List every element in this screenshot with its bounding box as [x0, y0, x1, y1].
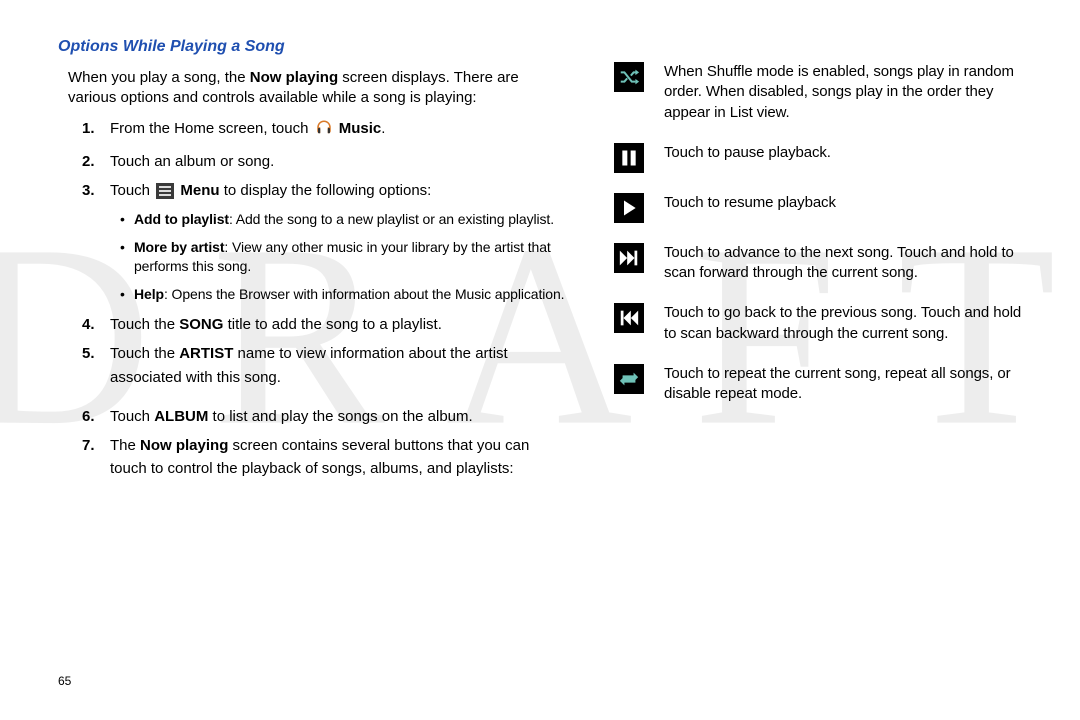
bullet-3-rest: : Opens the Browser with information abo…: [164, 286, 565, 302]
next-desc: Touch to advance to the next song. Touch…: [664, 243, 1022, 284]
repeat-icon: [614, 364, 644, 394]
step-1: From the Home screen, touch Music.: [82, 117, 566, 144]
step-2: Touch an album or song.: [82, 150, 566, 173]
option-bullets: Add to playlist: Add the song to a new p…: [120, 210, 566, 303]
bullet-add-to-playlist: Add to playlist: Add the song to a new p…: [120, 210, 566, 228]
step-1-text-a: From the Home screen, touch: [110, 120, 313, 137]
step-6: Touch ALBUM to list and play the songs o…: [82, 405, 566, 428]
step-3: Touch Menu to display the following opti…: [82, 179, 566, 303]
row-shuffle: When Shuffle mode is enabled, songs play…: [614, 62, 1022, 123]
step-6-text-a: Touch: [110, 408, 154, 425]
bullet-more-by-artist: More by artist: View any other music in …: [120, 238, 566, 274]
right-column: When Shuffle mode is enabled, songs play…: [614, 38, 1022, 487]
step-4-bold: SONG: [179, 316, 223, 333]
step-6-text-c: to list and play the songs on the album.: [208, 408, 472, 425]
page-number: 65: [58, 674, 71, 688]
step-3-text-c: to display the following options:: [220, 182, 432, 199]
step-2-text: Touch an album or song.: [110, 153, 274, 170]
step-4-text-c: title to add the song to a playlist.: [223, 316, 441, 333]
bullet-3-label: Help: [134, 286, 164, 302]
step-5-bold: ARTIST: [179, 345, 233, 362]
step-6-bold: ALBUM: [154, 408, 208, 425]
step-7: The Now playing screen contains several …: [82, 434, 566, 481]
prev-desc: Touch to go back to the previous song. T…: [664, 303, 1022, 344]
intro-paragraph: When you play a song, the Now playing sc…: [68, 68, 566, 109]
step-7-bold: Now playing: [140, 437, 228, 454]
bullet-help: Help: Opens the Browser with information…: [120, 285, 566, 303]
row-next: Touch to advance to the next song. Touch…: [614, 243, 1022, 284]
step-1-text-c: .: [381, 120, 385, 137]
pause-desc: Touch to pause playback.: [664, 143, 831, 173]
bullet-1-rest: : Add the song to a new playlist or an e…: [229, 211, 554, 227]
row-repeat: Touch to repeat the current song, repeat…: [614, 364, 1022, 405]
step-4: Touch the SONG title to add the song to …: [82, 313, 566, 336]
next-icon: [614, 243, 644, 273]
row-play: Touch to resume playback: [614, 193, 1022, 223]
row-pause: Touch to pause playback.: [614, 143, 1022, 173]
step-7-text-a: The: [110, 437, 140, 454]
intro-bold: Now playing: [250, 69, 338, 86]
menu-icon: [156, 183, 174, 206]
headphones-icon: [315, 119, 333, 144]
bullet-1-label: Add to playlist: [134, 211, 229, 227]
step-3-bold: Menu: [180, 182, 219, 199]
step-4-text-a: Touch the: [110, 316, 179, 333]
play-desc: Touch to resume playback: [664, 193, 836, 223]
previous-icon: [614, 303, 644, 333]
left-column: Options While Playing a Song When you pl…: [58, 38, 566, 487]
pause-icon: [614, 143, 644, 173]
play-icon: [614, 193, 644, 223]
steps-list: From the Home screen, touch Music. Touch…: [82, 117, 566, 481]
intro-text-1: When you play a song, the: [68, 69, 250, 86]
shuffle-desc: When Shuffle mode is enabled, songs play…: [664, 62, 1022, 123]
bullet-2-label: More by artist: [134, 239, 224, 255]
step-5-text-a: Touch the: [110, 345, 179, 362]
section-heading: Options While Playing a Song: [58, 38, 566, 56]
shuffle-icon: [614, 62, 644, 92]
row-prev: Touch to go back to the previous song. T…: [614, 303, 1022, 344]
repeat-desc: Touch to repeat the current song, repeat…: [664, 364, 1022, 405]
step-5: Touch the ARTIST name to view informatio…: [82, 342, 566, 399]
step-1-bold: Music: [339, 120, 382, 137]
step-3-text-a: Touch: [110, 182, 154, 199]
